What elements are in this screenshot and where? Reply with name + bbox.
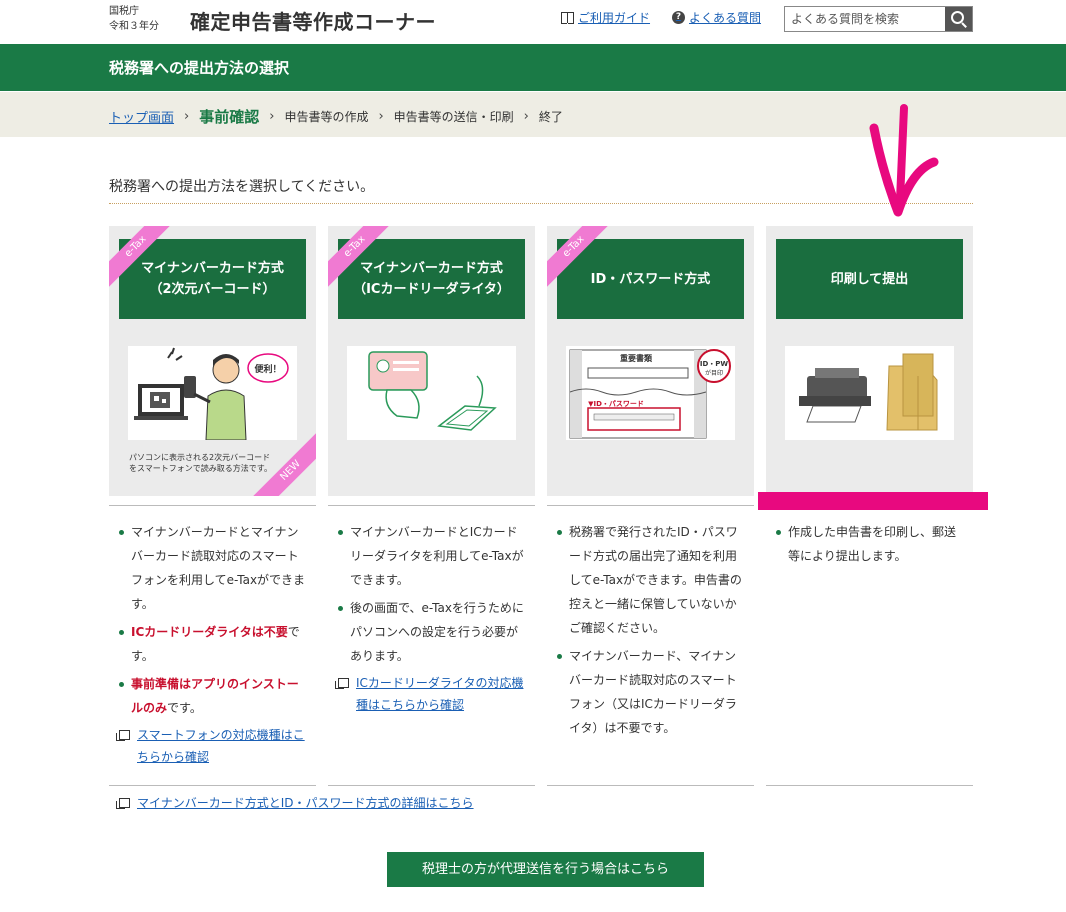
mynumber-qr-button[interactable]: マイナンバーカード方式 （2次元バーコード） [119, 239, 306, 319]
site-header: 国税庁 令和３年分 確定申告書等作成コーナー ご利用ガイド ? よくある質問 [0, 0, 1066, 44]
list-item: 後の画面で、e-Taxを行うためにパソコンへの設定を行う必要があります。 [328, 596, 535, 668]
method-details-link[interactable]: マイナンバーカード方式とID・パスワード方式の詳細はこちら [116, 794, 474, 811]
external-window-icon [335, 678, 349, 689]
breadcrumb-step-send-print: 申告書等の送信・印刷 [393, 110, 514, 124]
list-item: マイナンバーカードとマイナンバーカード読取対応のスマートフォンを利用してe-Ta… [109, 520, 316, 616]
link-label: マイナンバーカード方式とID・パスワード方式の詳細はこちら [137, 796, 474, 810]
breadcrumb-separator: › [269, 109, 275, 124]
id-password-notice-illustration: 重要書類 ▼ID・パスワード ID・PW が目印 [566, 346, 735, 440]
page-title-bar: 税務署への提出方法の選択 [0, 44, 1066, 91]
app-title[interactable]: 確定申告書等作成コーナー [190, 6, 436, 35]
book-icon [561, 12, 574, 24]
breadcrumb-separator: › [184, 109, 190, 124]
divider [109, 785, 316, 786]
divider [328, 785, 535, 786]
description-mynumber-icreader: マイナンバーカードとICカードリーダライタを利用してe-Taxができます。 後の… [328, 505, 535, 716]
id-password-label: ▼ID・パスワード [588, 399, 644, 408]
button-label: マイナンバーカード方式 [360, 261, 503, 276]
external-window-icon [116, 798, 130, 809]
id-pw-badge-sub: が目印 [705, 369, 723, 377]
list-item: 作成した申告書を印刷し、郵送等により提出します。 [766, 520, 973, 568]
divider [766, 785, 973, 786]
tax-accountant-proxy-button[interactable]: 税理士の方が代理送信を行う場合はこちら [387, 852, 704, 887]
list-item: マイナンバーカードとICカードリーダライタを利用してe-Taxができます。 [328, 520, 535, 592]
divider [547, 785, 754, 786]
faq-search-input[interactable] [785, 7, 945, 31]
convenient-bubble-text: 便利！ [254, 363, 281, 375]
link-label: ICカードリーダライタの対応機種はこちらから確認 [356, 676, 524, 712]
button-label: ID・パスワード方式 [590, 271, 711, 287]
smartphone-compat-link[interactable]: スマートフォンの対応機種はこちらから確認 [109, 724, 316, 768]
breadcrumb-separator: › [378, 109, 384, 124]
button-sublabel: （ICカードリーダライタ） [353, 282, 510, 297]
important-documents-text: 重要書類 [620, 353, 653, 363]
faq-label: よくある質問 [689, 11, 762, 25]
button-sublabel: （2次元バーコード） [149, 282, 276, 297]
divider [109, 203, 973, 204]
question-icon: ? [672, 11, 685, 24]
ic-card-reader-illustration [347, 346, 516, 440]
printer-envelope-illustration [785, 346, 954, 440]
id-pw-badge: ID・PW [700, 360, 729, 368]
list-item: ICカードリーダライタは不要です。 [109, 620, 316, 668]
list-item-text: です。 [167, 701, 202, 715]
breadcrumb-step-end: 終了 [538, 110, 563, 124]
instruction-text: 税務署への提出方法を選択してください。 [109, 179, 375, 195]
list-item: 税務署で発行されたID・パスワード方式の届出完了通知を利用してe-Taxができま… [547, 520, 754, 640]
tax-year-label: 令和３年分 [109, 21, 159, 32]
description-mynumber-qr: マイナンバーカードとマイナンバーカード読取対応のスマートフォンを利用してe-Ta… [109, 505, 316, 768]
button-label: 印刷して提出 [830, 271, 909, 287]
breadcrumb-separator: › [523, 109, 529, 124]
id-password-button[interactable]: ID・パスワード方式 [557, 239, 744, 319]
illustration-caption: パソコンに表示される2次元バーコード をスマートフォンで読み取る方法です。 [129, 452, 272, 474]
warning-text: ICカードリーダライタは不要 [131, 625, 288, 639]
list-item: マイナンバーカード、マイナンバーカード読取対応のスマートフォン（又はICカードリ… [547, 644, 754, 740]
description-id-password: 税務署で発行されたID・パスワード方式の届出完了通知を利用してe-Taxができま… [547, 505, 754, 744]
user-guide-label: ご利用ガイド [578, 11, 651, 25]
caption-line: をスマートフォンで読み取る方法です。 [129, 464, 272, 473]
ic-reader-compat-link[interactable]: ICカードリーダライタの対応機種はこちらから確認 [328, 672, 535, 716]
agency-name: 国税庁 令和３年分 [109, 4, 159, 34]
warning-text: 事前準備はアプリのインストールのみ [131, 677, 299, 715]
agency-label: 国税庁 [109, 6, 139, 17]
caption-line: パソコンに表示される2次元バーコード [129, 453, 271, 462]
breadcrumb-current-step: 事前確認 [199, 108, 260, 126]
method-card-mynumber-icreader: マイナンバーカード方式 （ICカードリーダライタ） e-Tax [328, 226, 535, 496]
method-card-mynumber-qr: マイナンバーカード方式 （2次元バーコード） e-Tax 便利！ パソコンに表示… [109, 226, 316, 496]
breadcrumb-step-create: 申告書等の作成 [284, 110, 369, 124]
page-title: 税務署への提出方法の選択 [109, 59, 290, 77]
annotation-arrow-icon [869, 104, 939, 217]
description-print: 作成した申告書を印刷し、郵送等により提出します。 [766, 505, 973, 572]
print-submit-button[interactable]: 印刷して提出 [776, 239, 963, 319]
search-button[interactable] [945, 7, 972, 31]
user-guide-link[interactable]: ご利用ガイド [561, 9, 650, 26]
annotation-highlight-bar [758, 492, 988, 510]
faq-search [784, 6, 973, 32]
button-label: マイナンバーカード方式 [141, 261, 284, 276]
method-card-print: 印刷して提出 [766, 226, 973, 496]
list-item: 事前準備はアプリのインストールのみです。 [109, 672, 316, 720]
method-card-id-password: ID・パスワード方式 e-Tax 重要書類 ▼ID・パスワード ID・PW が目… [547, 226, 754, 496]
smartphone-scan-illustration: 便利！ [128, 346, 297, 441]
breadcrumb-home[interactable]: トップ画面 [109, 107, 174, 126]
mynumber-icreader-button[interactable]: マイナンバーカード方式 （ICカードリーダライタ） [338, 239, 525, 319]
external-window-icon [116, 730, 130, 741]
link-label: スマートフォンの対応機種はこちらから確認 [137, 728, 305, 764]
faq-link[interactable]: ? よくある質問 [672, 9, 761, 26]
